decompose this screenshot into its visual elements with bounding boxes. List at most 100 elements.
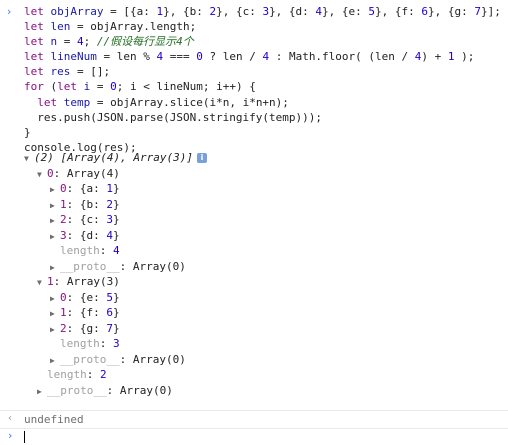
- tree-text: : {e:: [66, 290, 107, 304]
- collapsed-triangle-icon[interactable]: ▶: [50, 353, 60, 368]
- collapsed-triangle-icon[interactable]: ▶: [50, 182, 60, 197]
- tree-text: length: [60, 244, 100, 257]
- tree-row[interactable]: ▶ __proto__: Array(0): [37, 383, 173, 398]
- tree-text: 2: [60, 321, 67, 335]
- tree-row[interactable]: ▼ 1: Array(3): [37, 274, 120, 289]
- code-line: let n = 4; //假设每行显示4个: [24, 34, 508, 49]
- result-row: ‹ undefined: [0, 411, 508, 429]
- tree-text: :: [86, 368, 100, 381]
- expanded-triangle-icon[interactable]: ▼: [37, 275, 47, 290]
- code-token: }, {g:: [428, 5, 475, 18]
- code-token: =: [90, 80, 111, 94]
- tree-text: : Array(4): [53, 166, 120, 180]
- code-token: = [{a:: [103, 5, 157, 18]
- tree-text: : {c:: [66, 213, 107, 226]
- expanded-triangle-icon[interactable]: ▼: [37, 167, 47, 182]
- tree-text: 3: [106, 213, 113, 226]
- tree-text: __proto__: [60, 352, 120, 366]
- code-token: }, {f:: [375, 5, 422, 18]
- code-token: = objArray.length;: [70, 20, 197, 34]
- tree-text: : {a:: [66, 182, 107, 195]
- code-token: ? len /: [202, 50, 263, 64]
- tree-text: 1: [60, 197, 67, 211]
- tree-row[interactable]: ▶ 0: {a: 1}: [50, 181, 120, 196]
- code-token: let: [24, 20, 51, 34]
- tree-row[interactable]: ▶ 1: {b: 2}: [50, 197, 120, 212]
- tree-text: 5: [106, 290, 113, 304]
- tree-row[interactable]: ▶ __proto__: Array(0): [50, 259, 186, 274]
- collapsed-triangle-icon[interactable]: ▶: [50, 260, 60, 275]
- tree-row[interactable]: ▶ 2: {c: 3}: [50, 212, 120, 227]
- tree-text: 1: [106, 182, 113, 195]
- collapsed-triangle-icon[interactable]: ▶: [50, 306, 60, 321]
- code-token: }: [24, 125, 31, 139]
- tree-row[interactable]: ▶ 0: {e: 5}: [50, 290, 120, 305]
- collapsed-triangle-icon[interactable]: ▶: [50, 291, 60, 306]
- code-token: }, {d:: [269, 5, 316, 18]
- collapsed-triangle-icon[interactable]: ▶: [50, 229, 60, 244]
- code-token: let: [24, 5, 51, 18]
- console-input[interactable]: ›: [0, 429, 508, 445]
- tree-row[interactable]: ▶ 1: {f: 6}: [50, 305, 120, 320]
- code-token: res.push(JSON.parse(JSON.stringify(temp)…: [24, 110, 323, 124]
- tree-text: 1: [47, 275, 54, 288]
- text-caret: [24, 431, 25, 443]
- tree-text: length: [60, 337, 100, 350]
- tree-text: length: [47, 368, 87, 381]
- code-token: objArray: [50, 5, 104, 18]
- input-prompt-icon: ›: [8, 429, 13, 442]
- tree-row[interactable]: ▶ 2: {g: 7}: [50, 321, 120, 336]
- tree-text: }: [113, 306, 120, 319]
- code-token: ) +: [421, 50, 448, 64]
- tree-text: 0: [47, 166, 54, 180]
- tree-text: 7: [106, 321, 113, 335]
- tree-text: :: [99, 337, 113, 350]
- tree-text: : Array(3): [53, 275, 120, 288]
- code-token: //假设每行显示4个: [96, 35, 194, 49]
- info-icon[interactable]: i: [196, 153, 207, 163]
- tree-text: 3: [113, 337, 120, 350]
- collapsed-triangle-icon[interactable]: ▶: [50, 213, 60, 228]
- code-token: let: [57, 80, 84, 94]
- expanded-triangle-icon[interactable]: ▼: [24, 151, 34, 166]
- code-token: =: [57, 35, 77, 49]
- code-line: let len = objArray.length;: [24, 19, 508, 34]
- tree-row[interactable]: ▼ 0: Array(4): [37, 166, 120, 181]
- collapsed-triangle-icon[interactable]: ▶: [50, 322, 60, 337]
- code-line: let objArray = [{a: 1}, {b: 2}, {c: 3}, …: [24, 4, 508, 19]
- code-line: for (let i = 0; i < lineNum; i++) {: [24, 79, 508, 94]
- code-token: ===: [163, 50, 197, 64]
- code-token: let: [24, 65, 51, 79]
- tree-text: : {b:: [66, 197, 107, 211]
- collapsed-triangle-icon[interactable]: ▶: [37, 384, 47, 399]
- result-text: undefined: [24, 413, 84, 426]
- code-line: }: [24, 125, 508, 140]
- tree-text: 1: [60, 306, 67, 319]
- tree-text: }: [113, 290, 120, 304]
- code-token: ;: [83, 35, 97, 49]
- tree-text: 2: [60, 213, 67, 226]
- code-token: lineNum: [50, 50, 97, 64]
- tree-row[interactable]: ▶ __proto__: Array(0): [50, 352, 186, 367]
- tree-text: }: [113, 228, 120, 242]
- code-line: res.push(JSON.parse(JSON.stringify(temp)…: [24, 110, 508, 125]
- tree-row[interactable]: ▼ (2) [Array(4), Array(3)] i: [24, 150, 207, 165]
- code-block[interactable]: let objArray = [{a: 1}, {b: 2}, {c: 3}, …: [0, 0, 508, 155]
- code-token: }, {b:: [163, 5, 210, 18]
- collapsed-triangle-icon[interactable]: ▶: [50, 198, 60, 213]
- code-token: let: [24, 35, 51, 49]
- code-token: 1: [447, 50, 455, 64]
- devtools-console: › let objArray = [{a: 1}, {b: 2}, {c: 3}…: [0, 0, 508, 445]
- tree-row[interactable]: ▶ 3: {d: 4}: [50, 228, 120, 243]
- code-token: 0: [110, 80, 117, 94]
- tree-row: length: 2: [37, 367, 107, 382]
- code-token: = objArray.slice(i*n, i*n+n);: [90, 95, 289, 109]
- code-token: let: [24, 50, 51, 64]
- input-prompt-icon: ›: [7, 5, 12, 18]
- tree-text: 4: [113, 244, 120, 257]
- code-token: 0: [196, 50, 203, 64]
- tree-text: :: [99, 244, 113, 257]
- code-token: );: [454, 50, 475, 64]
- tree-text: 3: [60, 228, 67, 242]
